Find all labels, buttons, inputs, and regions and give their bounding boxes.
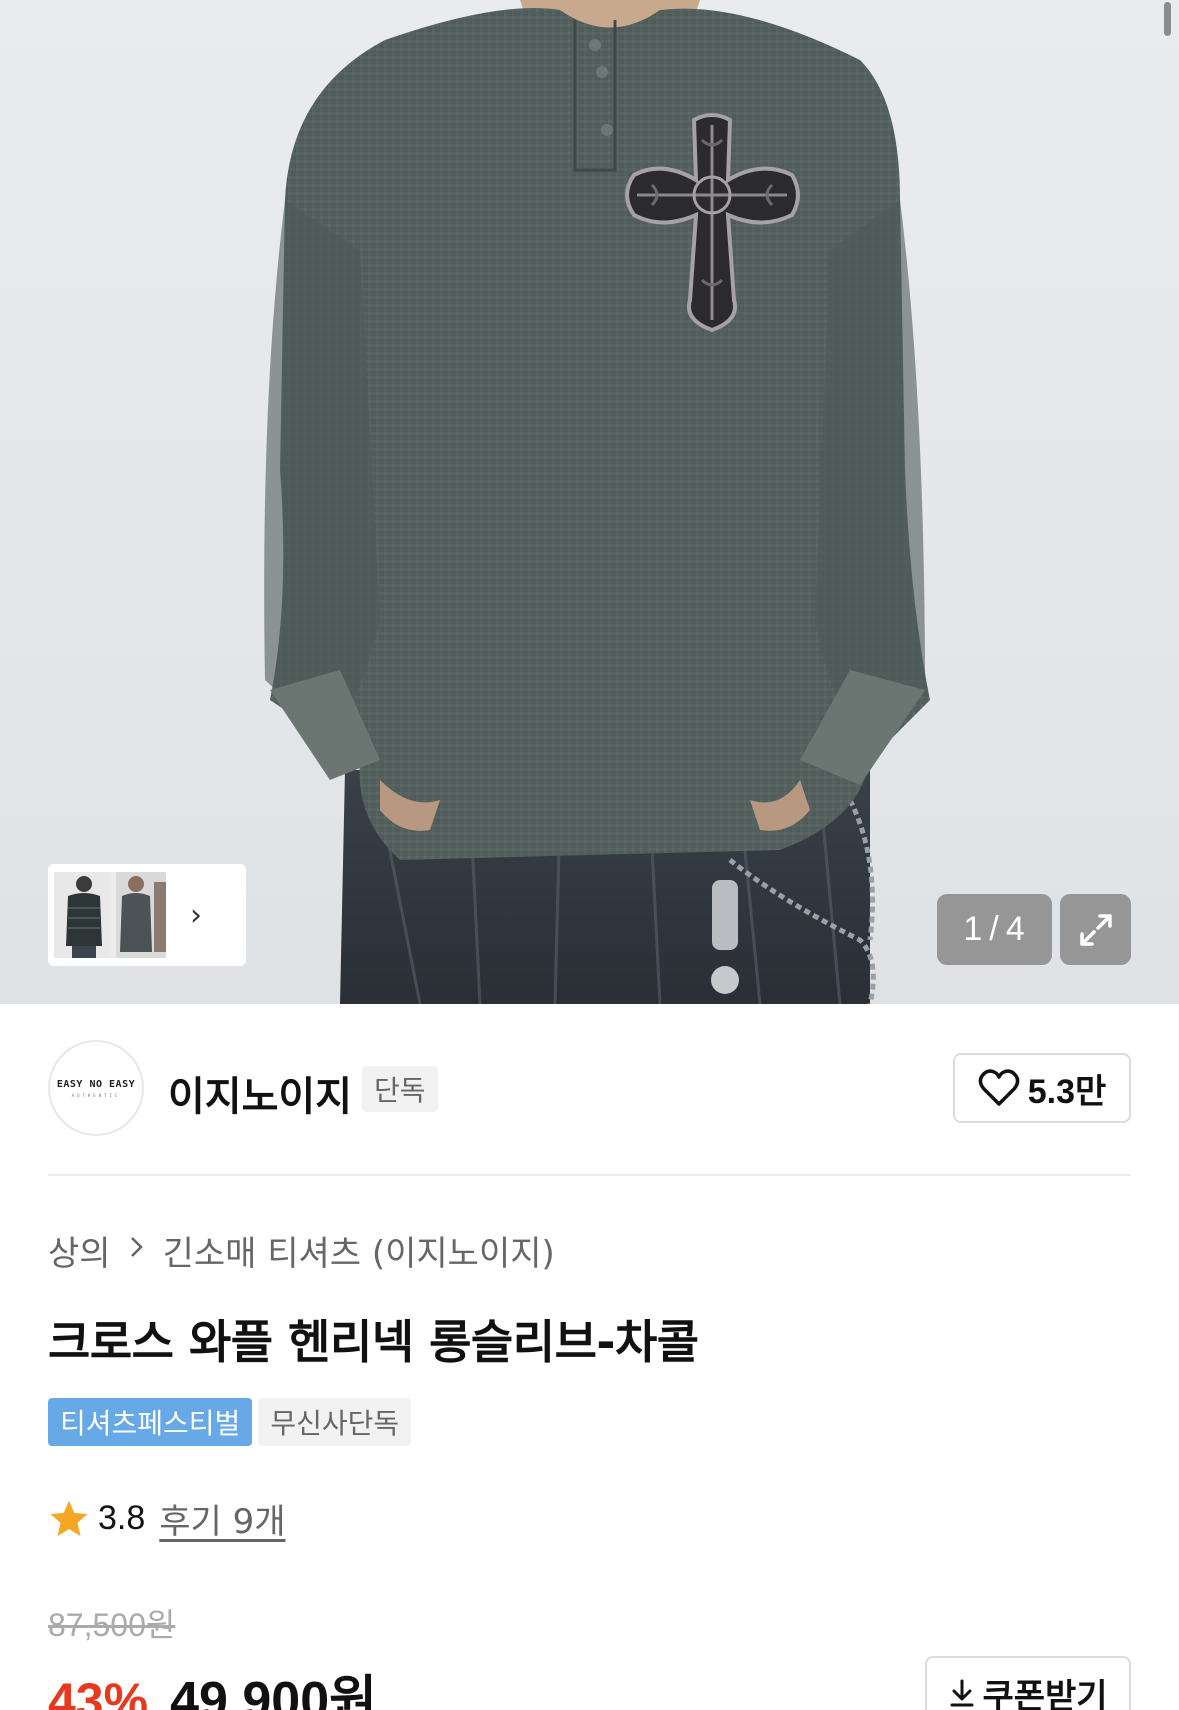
brand-row: EASY NO EASY AUTHENTIC 이지노이지 단독 5.3만: [48, 1040, 1131, 1136]
original-price: 87,500원: [48, 1607, 176, 1643]
coupon-button[interactable]: 쿠폰받기: [925, 1656, 1131, 1710]
reviews-link[interactable]: 후기 9개: [159, 1494, 285, 1543]
tag-musinsa-exclusive: 무신사단독: [258, 1398, 412, 1446]
chevron-right-icon[interactable]: ›: [166, 872, 226, 958]
product-tags: 티셔츠페스티벌 무신사단독: [48, 1398, 412, 1446]
thumbnail-image[interactable]: [54, 872, 166, 958]
chevron-right-icon: [129, 1235, 145, 1266]
counter-current: 1: [963, 910, 984, 948]
breadcrumb: 상의 긴소매 티셔츠 (이지노이지): [48, 1226, 555, 1275]
rating-row: 3.8 후기 9개: [48, 1494, 286, 1543]
brand-name[interactable]: 이지노이지: [168, 1064, 352, 1122]
breadcrumb-subcategory[interactable]: 긴소매 티셔츠 (이지노이지): [163, 1226, 555, 1275]
rating-score: 3.8: [98, 1499, 146, 1537]
sale-price: 49,900원: [170, 1672, 377, 1710]
product-image-gallery[interactable]: › 1 / 4: [0, 0, 1179, 1004]
product-photo: [264, 0, 930, 1004]
discount-rate: 43%: [48, 1673, 149, 1710]
star-icon: [50, 1500, 88, 1536]
counter-total: 4: [1005, 910, 1026, 948]
like-count: 5.3만: [1027, 1072, 1107, 1111]
expand-icon: [1079, 913, 1112, 946]
price-row: 43% 49,900원: [48, 1658, 377, 1710]
brand-logo[interactable]: EASY NO EASY AUTHENTIC: [48, 1040, 144, 1136]
thumbnail-strip[interactable]: ›: [48, 864, 246, 966]
tag-tshirt-festival[interactable]: 티셔츠페스티벌: [48, 1398, 253, 1446]
heart-outline-icon: [978, 1069, 1020, 1106]
exclusive-badge: 단독: [362, 1066, 438, 1112]
product-title: 크로스 와플 헨리넥 롱슬리브-차콜: [48, 1315, 699, 1369]
scrollbar[interactable]: [1164, 2, 1171, 36]
expand-button[interactable]: [1060, 894, 1131, 965]
breadcrumb-category[interactable]: 상의: [48, 1226, 111, 1275]
thumbnail-photo: [54, 872, 166, 958]
brand-logo-subtext: AUTHENTIC: [71, 1092, 121, 1098]
coupon-label: 쿠폰받기: [982, 1676, 1108, 1710]
product-detail-page: › 1 / 4 EASY NO EASY AUTHENTIC 이지노이지 단독 …: [0, 0, 1179, 1710]
image-counter: 1 / 4: [937, 894, 1052, 965]
brand-logo-text: EASY NO EASY: [56, 1078, 136, 1090]
download-icon: [950, 1679, 974, 1707]
divider: [48, 1174, 1131, 1176]
like-button[interactable]: 5.3만: [953, 1053, 1131, 1123]
counter-separator: /: [989, 910, 1000, 948]
